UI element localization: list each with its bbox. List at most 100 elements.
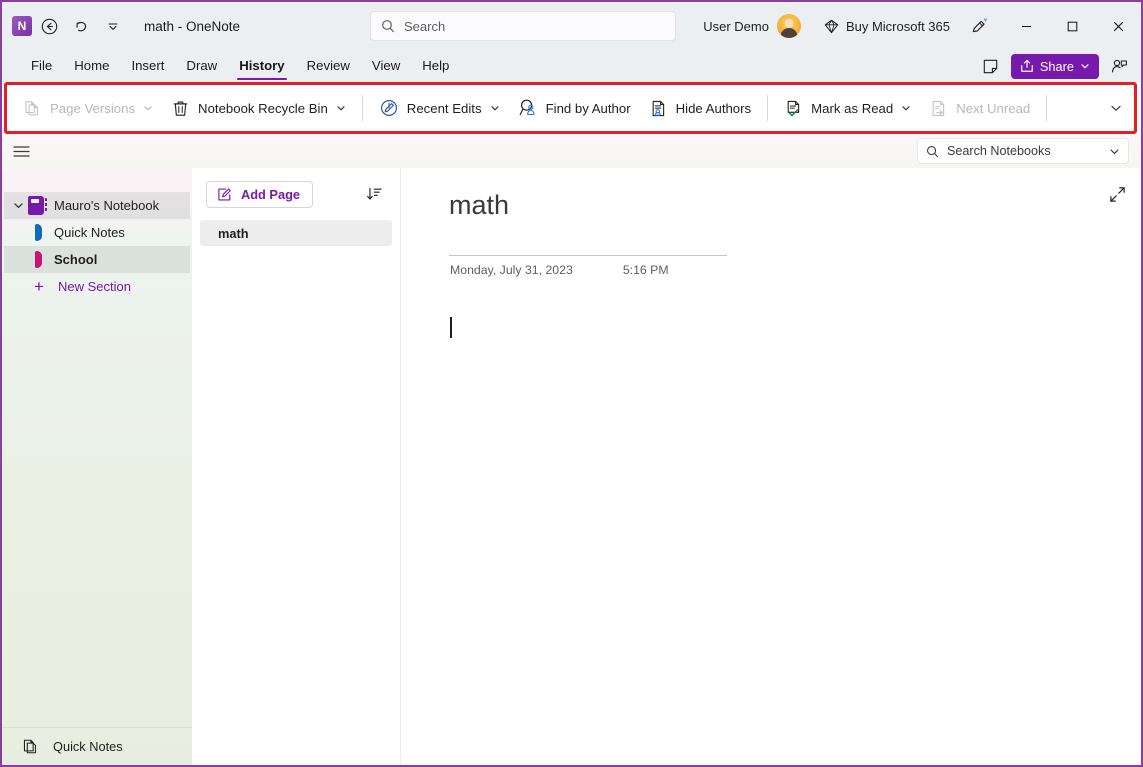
tab-draw[interactable]: Draw	[175, 54, 228, 78]
user-account-button[interactable]: User Demo	[695, 10, 809, 42]
page-versions-button[interactable]: Page Versions	[14, 91, 162, 125]
chevron-expanded-icon[interactable]	[8, 200, 28, 211]
sidebar-item-quick-notes[interactable]: Quick Notes	[4, 219, 190, 246]
notebook-recycle-bin-label: Notebook Recycle Bin	[198, 100, 328, 116]
expand-diagonal-icon[interactable]	[1105, 182, 1129, 206]
recent-edits-button[interactable]: Recent Edits	[370, 91, 509, 125]
chevron-down-icon	[902, 106, 910, 111]
quick-notes-footer-button[interactable]: Quick Notes	[2, 727, 192, 765]
title-bar-right-controls: User Demo Buy Microsoft 365	[695, 2, 1141, 50]
page-time: 5:16 PM	[622, 263, 669, 277]
tab-view[interactable]: View	[361, 54, 411, 78]
hide-authors-button[interactable]: Hide Authors	[640, 91, 761, 125]
page-list-header: Add Page	[192, 168, 400, 208]
page-title[interactable]: math	[449, 190, 509, 221]
notebook-item-mauros-notebook[interactable]: Mauro's Notebook	[4, 192, 190, 219]
chevron-down-icon	[1081, 64, 1089, 69]
search-placeholder: Search	[404, 18, 446, 34]
find-by-author-button[interactable]: Find by Author	[509, 91, 640, 125]
pages-icon	[23, 739, 36, 754]
search-input[interactable]: Search	[370, 11, 676, 41]
menu-bar-right: Share	[977, 50, 1133, 82]
trash-bin-icon	[173, 100, 188, 116]
recent-edits-clock-pencil-icon	[380, 99, 397, 117]
back-arrow-icon[interactable]	[34, 11, 64, 41]
sidebar-item-label: School	[54, 252, 98, 267]
avatar	[776, 14, 801, 38]
text-cursor	[450, 317, 452, 338]
workspace: Search Notebooks Mauro's Notebook Quick …	[2, 134, 1141, 765]
title-bar: N math - OneNote Search User Demo Buy Mi…	[2, 2, 1141, 50]
workspace-top-strip: Search Notebooks	[2, 134, 1141, 168]
next-unread-label: Next Unread	[956, 100, 1031, 116]
buy-microsoft-365-button[interactable]: Buy Microsoft 365	[815, 15, 959, 38]
chevron-down-icon	[337, 106, 345, 111]
search-icon	[382, 20, 394, 33]
pen-ink-icon[interactable]	[963, 11, 993, 41]
hamburger-menu-icon[interactable]	[10, 141, 32, 161]
chevron-down-icon	[1110, 148, 1119, 154]
notebook-recycle-bin-button[interactable]: Notebook Recycle Bin	[162, 91, 355, 125]
ribbon-collapse-icon[interactable]	[1105, 97, 1127, 119]
add-page-label: Add Page	[241, 187, 301, 202]
chevron-down-icon	[144, 106, 152, 111]
mark-as-read-label: Mark as Read	[811, 100, 894, 116]
title-bar-left-controls: N math - OneNote	[2, 11, 240, 41]
search-notebooks-input[interactable]: Search Notebooks	[917, 138, 1129, 164]
title-divider	[449, 255, 727, 256]
ribbon-divider	[1046, 95, 1048, 121]
new-section-button[interactable]: + New Section	[4, 273, 190, 300]
sticky-note-icon[interactable]	[977, 53, 1005, 79]
recent-edits-label: Recent Edits	[406, 100, 482, 116]
page-versions-icon	[25, 100, 38, 115]
next-unread-icon	[932, 100, 945, 116]
notebook-navigation-pane: Mauro's Notebook Quick Notes School + Ne…	[2, 168, 192, 765]
tab-file[interactable]: File	[20, 54, 63, 78]
page-timestamp: Monday, July 31, 2023 5:16 PM	[450, 263, 669, 277]
window-caption-buttons	[1003, 2, 1141, 50]
section-color-tab	[35, 251, 42, 268]
section-color-tab	[35, 224, 42, 241]
menu-bar: File Home Insert Draw History Review Vie…	[2, 50, 1141, 82]
quick-notes-footer-label: Quick Notes	[53, 739, 123, 754]
mark-as-read-icon	[787, 100, 800, 116]
window-title: math - OneNote	[144, 18, 241, 34]
notebook-icon	[28, 196, 47, 215]
customize-quick-access-icon[interactable]	[98, 11, 128, 41]
find-by-author-label: Find by Author	[545, 100, 631, 116]
list-item[interactable]: math	[200, 220, 392, 246]
tab-history[interactable]: History	[228, 54, 295, 80]
hide-authors-icon	[652, 100, 664, 116]
diamond-icon	[824, 19, 839, 33]
close-icon[interactable]	[1095, 2, 1141, 50]
sidebar-item-school[interactable]: School	[4, 246, 190, 273]
page-editor[interactable]: math Monday, July 31, 2023 5:16 PM	[402, 168, 1141, 765]
maximize-icon[interactable]	[1049, 2, 1095, 50]
tab-insert[interactable]: Insert	[120, 54, 175, 78]
tab-review[interactable]: Review	[296, 54, 361, 78]
undo-icon[interactable]	[66, 11, 96, 41]
next-unread-button[interactable]: Next Unread	[920, 91, 1039, 125]
tab-home[interactable]: Home	[63, 54, 120, 78]
chevron-down-icon	[490, 106, 499, 111]
ribbon-divider	[361, 95, 363, 121]
mark-as-read-button[interactable]: Mark as Read	[775, 91, 920, 125]
user-name: User Demo	[703, 18, 769, 34]
sort-pages-icon[interactable]	[362, 183, 386, 207]
add-page-pencil-icon	[218, 188, 231, 201]
comments-person-icon[interactable]	[1105, 53, 1133, 79]
share-button[interactable]: Share	[1010, 53, 1099, 79]
plus-icon: +	[34, 277, 44, 296]
new-section-label: New Section	[58, 279, 131, 294]
notebook-label: Mauro's Notebook	[54, 198, 160, 213]
add-page-button[interactable]: Add Page	[206, 181, 314, 208]
share-icon	[1021, 59, 1033, 72]
ribbon-divider	[767, 95, 769, 121]
hide-authors-label: Hide Authors	[675, 100, 752, 116]
tab-help[interactable]: Help	[411, 54, 460, 78]
share-label: Share	[1039, 58, 1074, 74]
page-date: Monday, July 31, 2023	[450, 263, 573, 277]
minimize-icon[interactable]	[1003, 2, 1049, 50]
search-notebooks-placeholder: Search Notebooks	[947, 144, 1051, 158]
sidebar-item-label: Quick Notes	[54, 225, 125, 240]
